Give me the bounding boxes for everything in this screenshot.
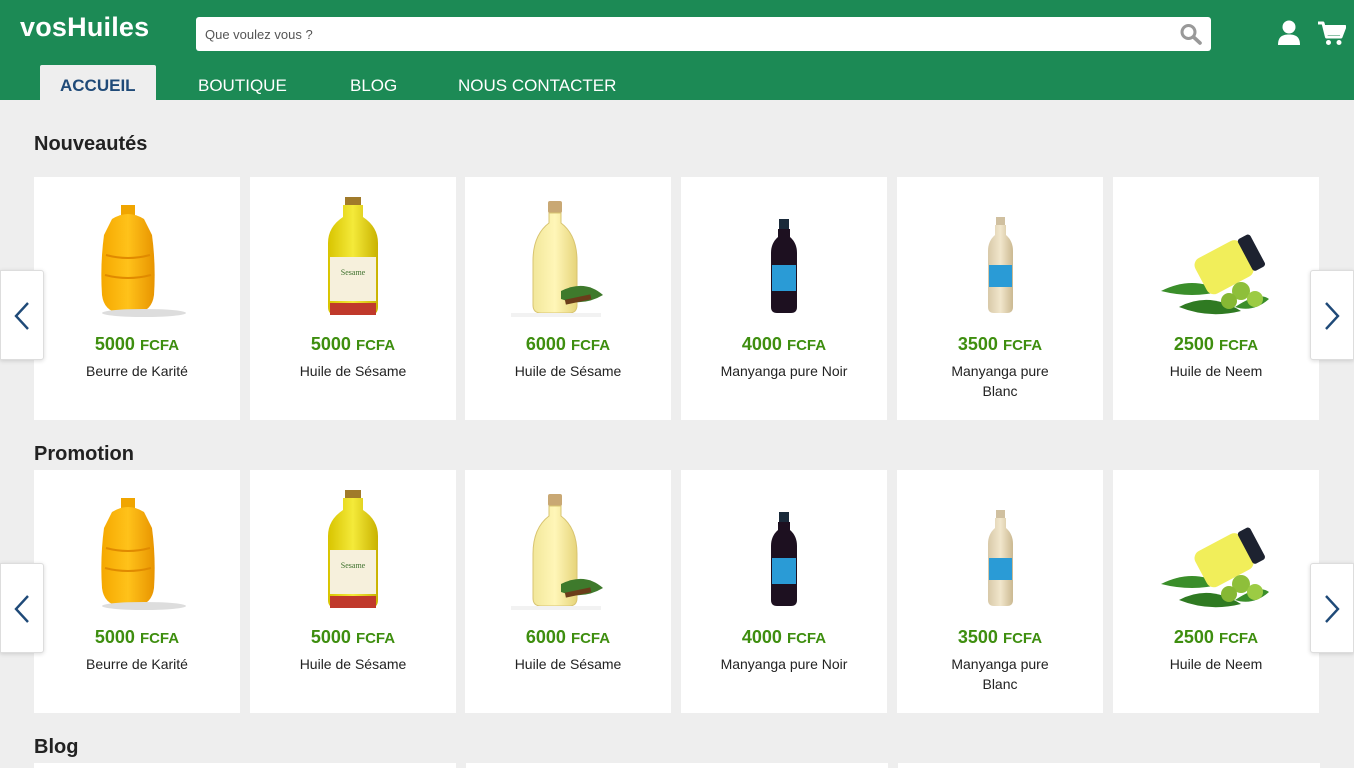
carousel-next-button[interactable] xyxy=(1310,270,1354,360)
product-card[interactable]: 6000 FCFA Huile de Sésame xyxy=(465,177,671,420)
nav-accueil[interactable]: ACCUEIL xyxy=(40,65,156,100)
chevron-left-icon xyxy=(14,595,29,623)
product-name[interactable]: Huile de Sésame xyxy=(288,361,418,381)
product-name[interactable]: Manyanga pure Blanc xyxy=(935,654,1065,694)
promotion-carousel: 5000 FCFA Beurre de Karité 5000 FCFA Hui… xyxy=(34,470,1324,713)
product-card[interactable]: 3500 FCFA Manyanga pure Blanc xyxy=(897,470,1103,713)
product-card[interactable]: 5000 FCFA Huile de Sésame xyxy=(250,177,456,420)
product-name[interactable]: Manyanga pure Noir xyxy=(719,361,849,381)
search-bar xyxy=(196,17,1211,51)
product-image-shea-butter xyxy=(100,204,187,318)
cart-icon[interactable] xyxy=(1318,20,1347,46)
product-card[interactable]: 4000 FCFA Manyanga pure Noir xyxy=(681,470,887,713)
product-price: 2500 FCFA xyxy=(1173,334,1259,354)
user-icon[interactable] xyxy=(1277,20,1301,46)
product-price: 4000 FCFA xyxy=(741,334,827,354)
carousel-next-button[interactable] xyxy=(1310,563,1354,653)
carousel-prev-button[interactable] xyxy=(0,563,44,653)
search-input[interactable] xyxy=(196,17,1156,51)
product-price: 6000 FCFA xyxy=(525,334,611,354)
product-price: 5000 FCFA xyxy=(310,627,396,647)
product-card[interactable]: 2500 FCFA Huile de Neem xyxy=(1113,177,1319,420)
product-price: 5000 FCFA xyxy=(94,627,180,647)
site-logo[interactable]: vosHuiles xyxy=(20,12,149,43)
product-name[interactable]: Manyanga pure Blanc xyxy=(935,361,1065,401)
product-card[interactable]: 5000 FCFA Beurre de Karité xyxy=(34,470,240,713)
blog-card[interactable] xyxy=(34,763,456,768)
product-image-neem-oil xyxy=(1161,231,1269,315)
product-name[interactable]: Huile de Neem xyxy=(1151,654,1281,674)
section-title-nouveautes: Nouveautés xyxy=(34,133,148,155)
product-price: 5000 FCFA xyxy=(310,334,396,354)
product-name[interactable]: Beurre de Karité xyxy=(72,361,202,381)
product-card[interactable]: 4000 FCFA Manyanga pure Noir xyxy=(681,177,887,420)
product-card[interactable]: 3500 FCFA Manyanga pure Blanc xyxy=(897,177,1103,420)
product-image-manyanga-blanc xyxy=(988,510,1013,606)
product-image-sesame-oil-glass xyxy=(510,493,604,611)
chevron-right-icon xyxy=(1325,595,1340,623)
product-price: 4000 FCFA xyxy=(741,627,827,647)
nav-boutique[interactable]: BOUTIQUE xyxy=(198,65,287,100)
product-image-manyanga-blanc xyxy=(988,217,1013,313)
nav-blog[interactable]: BLOG xyxy=(350,65,397,100)
site-header: vosHuiles ACCUEIL BOUTIQUE BLOG NOUS CON… xyxy=(0,0,1354,100)
product-image-sesame-oil xyxy=(328,490,378,608)
product-price: 6000 FCFA xyxy=(525,627,611,647)
new-products-carousel: 5000 FCFA Beurre de Karité 5000 FCFA Hui… xyxy=(34,177,1324,420)
product-price: 3500 FCFA xyxy=(957,334,1043,354)
chevron-right-icon xyxy=(1325,302,1340,330)
product-name[interactable]: Huile de Sésame xyxy=(503,654,633,674)
product-price: 5000 FCFA xyxy=(94,334,180,354)
product-image-neem-oil xyxy=(1161,524,1269,608)
product-name[interactable]: Huile de Sésame xyxy=(288,654,418,674)
blog-card[interactable] xyxy=(466,763,888,768)
product-price: 2500 FCFA xyxy=(1173,627,1259,647)
nav-contact[interactable]: NOUS CONTACTER xyxy=(458,65,616,100)
search-icon[interactable] xyxy=(1179,23,1203,45)
product-name[interactable]: Huile de Sésame xyxy=(503,361,633,381)
product-price: 3500 FCFA xyxy=(957,627,1043,647)
product-name[interactable]: Huile de Neem xyxy=(1151,361,1281,381)
product-card[interactable]: 5000 FCFA Beurre de Karité xyxy=(34,177,240,420)
section-title-blog: Blog xyxy=(34,736,79,758)
product-name[interactable]: Manyanga pure Noir xyxy=(719,654,849,674)
product-image-manyanga-noir xyxy=(771,219,797,313)
section-title-promotion: Promotion xyxy=(34,443,134,465)
product-card[interactable]: 2500 FCFA Huile de Neem xyxy=(1113,470,1319,713)
carousel-prev-button[interactable] xyxy=(0,270,44,360)
chevron-left-icon xyxy=(14,302,29,330)
product-name[interactable]: Beurre de Karité xyxy=(72,654,202,674)
product-image-manyanga-noir xyxy=(771,512,797,606)
product-image-sesame-oil xyxy=(328,197,378,315)
product-card[interactable]: 5000 FCFA Huile de Sésame xyxy=(250,470,456,713)
blog-card[interactable] xyxy=(898,763,1320,768)
product-image-sesame-oil-glass xyxy=(510,200,604,318)
product-card[interactable]: 6000 FCFA Huile de Sésame xyxy=(465,470,671,713)
product-image-shea-butter xyxy=(100,497,187,611)
